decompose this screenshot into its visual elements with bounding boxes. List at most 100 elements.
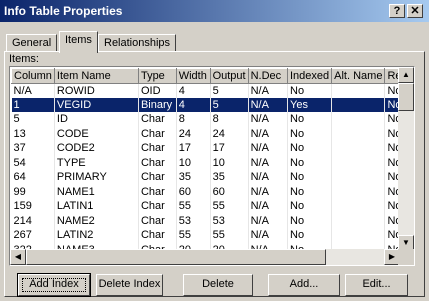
table-cell: 5 — [210, 83, 249, 98]
window-title: Info Table Properties — [4, 4, 123, 18]
column-header[interactable]: Indexed — [286, 68, 333, 84]
table-cell: N/A — [248, 184, 289, 199]
table-cell: N/A — [248, 155, 289, 170]
table-cell: Char — [138, 126, 177, 141]
table-cell: 55 — [210, 199, 249, 214]
table-cell: N/A — [248, 228, 289, 243]
table-cell: N/A — [11, 83, 55, 98]
table-cell: 37 — [11, 141, 55, 156]
delete-index-button[interactable]: Delete Index — [96, 274, 163, 296]
table-cell: 54 — [11, 155, 55, 170]
table-cell: 64 — [11, 170, 55, 185]
table-cell: N/A — [248, 83, 289, 98]
table-cell: No — [287, 126, 333, 141]
table-cell: 99 — [11, 184, 55, 199]
table-cell — [331, 170, 386, 185]
table-cell — [331, 141, 386, 156]
table-cell: N/A — [248, 97, 289, 112]
scroll-corner — [398, 249, 414, 265]
add-index-button[interactable]: Add Index — [17, 273, 91, 297]
delete-button[interactable]: Delete — [183, 274, 253, 296]
table-row[interactable]: 64 PRIMARY Char 35 35 N/A No No — [11, 170, 414, 185]
horizontal-scroll-thumb[interactable] — [26, 249, 326, 265]
table-row[interactable]: 13 CODE Char 24 24 N/A No No — [11, 126, 414, 141]
title-bar[interactable]: Info Table Properties ? ✕ — [0, 0, 429, 22]
table-cell — [331, 112, 386, 127]
table-cell: 13 — [11, 126, 55, 141]
table-cell: Char — [138, 184, 177, 199]
table-row[interactable]: 214 NAME2 Char 53 53 N/A No No — [11, 213, 414, 228]
tab-items[interactable]: Items — [59, 31, 98, 53]
table-cell: TYPE — [54, 155, 139, 170]
scroll-up-icon[interactable]: ▲ — [398, 67, 414, 83]
table-cell: 24 — [176, 126, 211, 141]
column-header[interactable]: Alt. Name — [331, 68, 386, 84]
table-cell — [331, 83, 386, 98]
table-row[interactable]: 267 LATIN2 Char 55 55 N/A No No — [11, 228, 414, 243]
table-cell: VEGID — [54, 97, 139, 112]
table-cell: Yes — [287, 97, 333, 112]
table-cell: Char — [138, 155, 177, 170]
table-cell: ID — [54, 112, 139, 127]
table-cell: No — [287, 83, 333, 98]
table-row[interactable]: 37 CODE2 Char 17 17 N/A No No — [11, 141, 414, 156]
scroll-left-icon[interactable]: ◀ — [10, 249, 26, 265]
table-cell: Char — [138, 199, 177, 214]
table-cell: N/A — [248, 112, 289, 127]
column-header[interactable]: Width — [175, 68, 211, 84]
tab-general[interactable]: General — [6, 34, 58, 52]
table-cell — [331, 126, 386, 141]
table-cell: OID — [138, 83, 177, 98]
table-row[interactable]: 159 LATIN1 Char 55 55 N/A No No — [11, 199, 414, 214]
table-row[interactable]: N/A ROWID OID 4 5 N/A No No — [11, 83, 414, 98]
help-button[interactable]: ? — [389, 4, 405, 18]
table-cell: No — [287, 141, 333, 156]
table-cell: CODE2 — [54, 141, 139, 156]
table-cell: N/A — [248, 141, 289, 156]
table-cell: N/A — [248, 126, 289, 141]
table-cell: 4 — [176, 97, 211, 112]
tab-relationships[interactable]: Relationships — [98, 34, 177, 52]
table-cell: 24 — [210, 126, 249, 141]
focus-rectangle — [22, 278, 86, 292]
table-cell — [331, 97, 386, 112]
table-cell: Char — [138, 228, 177, 243]
table-cell: 55 — [176, 199, 211, 214]
table-cell: 5 — [11, 112, 55, 127]
items-grid[interactable]: Column Item Name Type Width Output N.Dec Index… — [9, 66, 415, 266]
table-cell: Char — [138, 213, 177, 228]
add-button[interactable]: Add... — [268, 274, 340, 296]
table-cell: LATIN1 — [54, 199, 139, 214]
vertical-scroll-thumb[interactable] — [398, 83, 414, 111]
table-cell: 10 — [176, 155, 211, 170]
table-cell: 60 — [176, 184, 211, 199]
table-cell: PRIMARY — [54, 170, 139, 185]
table-cell: 214 — [11, 213, 55, 228]
table-cell: 55 — [210, 228, 249, 243]
table-cell — [331, 184, 386, 199]
table-row[interactable]: 54 TYPE Char 10 10 N/A No No — [11, 155, 414, 170]
table-cell: 53 — [176, 213, 211, 228]
column-header[interactable]: Output — [209, 68, 249, 84]
table-cell: 17 — [176, 141, 211, 156]
column-header[interactable]: Type — [137, 68, 177, 84]
table-row[interactable]: 99 NAME1 Char 60 60 N/A No No — [11, 184, 414, 199]
column-header[interactable]: Column — [11, 68, 55, 84]
table-cell: 159 — [11, 199, 55, 214]
column-header[interactable]: N.Dec — [247, 68, 289, 84]
close-button[interactable]: ✕ — [407, 4, 423, 18]
items-label: Items: — [9, 53, 39, 65]
table-row[interactable]: 5 ID Char 8 8 N/A No No — [11, 112, 414, 127]
table-cell: 4 — [176, 83, 211, 98]
table-cell — [331, 213, 386, 228]
table-row[interactable]: 1 VEGID Binary 4 5 N/A Yes No — [11, 97, 414, 112]
table-cell: N/A — [248, 213, 289, 228]
table-cell: No — [287, 228, 333, 243]
table-cell: 267 — [11, 228, 55, 243]
horizontal-scrollbar[interactable]: ◀ ▶ — [10, 249, 400, 265]
table-cell: 5 — [210, 97, 249, 112]
table-cell: 8 — [210, 112, 249, 127]
vertical-scrollbar[interactable]: ▲ ▼ — [398, 67, 414, 251]
edit-button[interactable]: Edit... — [345, 274, 408, 296]
column-header[interactable]: Item Name — [53, 68, 139, 84]
